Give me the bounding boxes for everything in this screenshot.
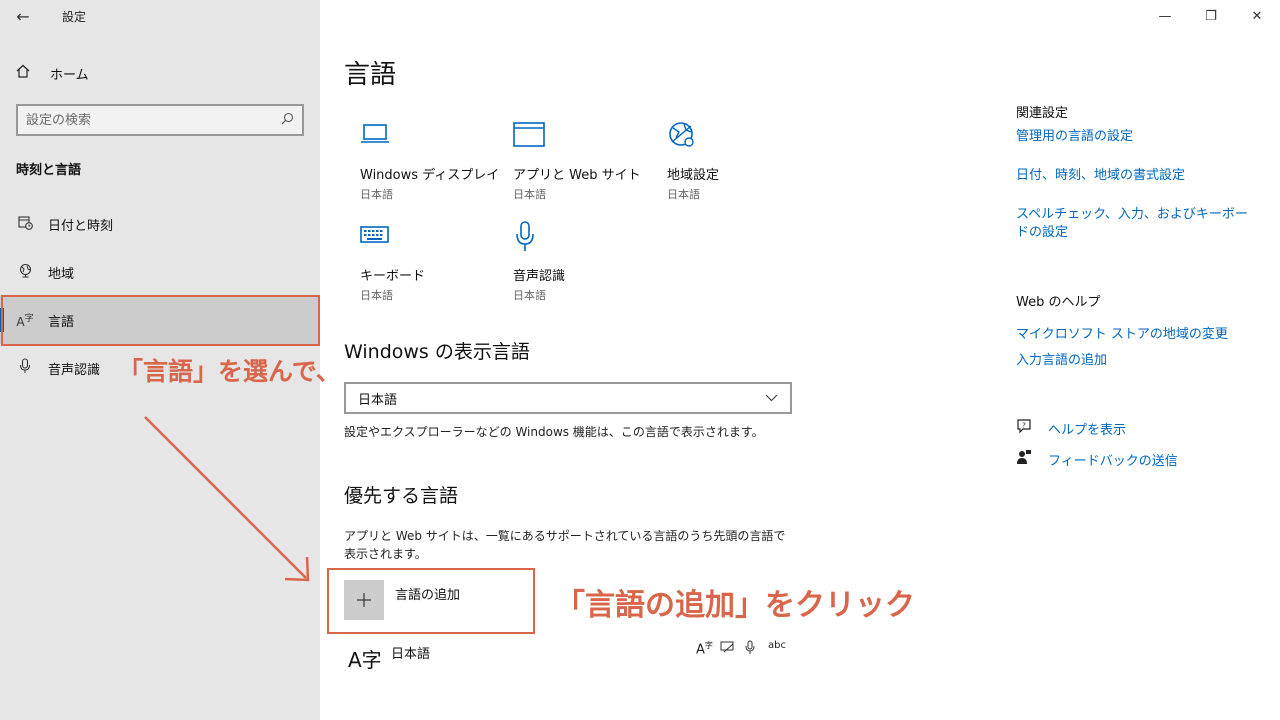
arrow-left-icon: ←: [16, 6, 30, 26]
tile-regional-settings[interactable]: 地域設定 日本語: [667, 120, 817, 202]
link-spelling-typing-keyboard[interactable]: スペルチェック、入力、およびキーボードの設定: [1016, 206, 1252, 242]
display-language-heading: Windows の表示言語: [344, 341, 530, 363]
tile-windows-display[interactable]: Windows ディスプレイ 日本語: [360, 120, 510, 202]
restore-button[interactable]: ❐: [1188, 0, 1234, 32]
back-button[interactable]: ←: [0, 0, 46, 32]
help-chat-icon: ?: [1016, 418, 1034, 438]
tile-keyboard[interactable]: キーボード 日本語: [360, 221, 510, 303]
close-button[interactable]: ✕: [1234, 0, 1280, 32]
sidebar-item-region[interactable]: 地域: [0, 248, 320, 296]
restore-icon: ❐: [1205, 8, 1217, 24]
link-admin-language-settings[interactable]: 管理用の言語の設定: [1016, 128, 1256, 146]
home-link[interactable]: ホーム: [0, 56, 320, 90]
show-help-label: ヘルプを表示: [1048, 422, 1127, 438]
tile-subtitle: 日本語: [513, 188, 546, 201]
tile-subtitle: 日本語: [667, 188, 700, 201]
select-language-note: 「言語」を選んで、: [118, 357, 341, 386]
calendar-clock-icon: [16, 215, 34, 234]
related-settings-heading: 関連設定: [1016, 106, 1069, 121]
svg-text:?: ?: [1022, 422, 1026, 430]
link-date-time-region-format[interactable]: 日付、時刻、地域の書式設定: [1016, 167, 1256, 185]
tile-title: Windows ディスプレイ: [360, 168, 500, 183]
display-language-select[interactable]: 日本語: [344, 382, 792, 414]
spellcheck-feature-icon: abc: [768, 640, 786, 651]
preferred-languages-description: アプリと Web サイトは、一覧にあるサポートされている言語のうち先頭の言語で表…: [344, 529, 786, 561]
microphone-icon: [16, 358, 34, 378]
chevron-down-icon: [765, 392, 778, 405]
tile-apps-websites[interactable]: アプリと Web サイト 日本語: [513, 120, 663, 202]
handwriting-feature-icon: [720, 640, 736, 658]
sidebar-item-label: 日付と時刻: [48, 218, 114, 234]
microphone-icon: [513, 221, 663, 253]
tile-title: 地域設定: [667, 168, 720, 183]
display-language-feature-icon: A字: [696, 641, 713, 658]
tile-title: 音声認識: [513, 269, 566, 284]
plus-icon: [344, 580, 384, 620]
sidebar-section-heading: 時刻と言語: [16, 163, 82, 178]
close-icon: ✕: [1251, 8, 1263, 24]
send-feedback-link[interactable]: フィードバックの送信: [1016, 449, 1178, 469]
show-help-link[interactable]: ? ヘルプを表示: [1016, 418, 1126, 438]
send-feedback-label: フィードバックの送信: [1048, 453, 1178, 469]
globe-icon: [16, 263, 34, 282]
page-title: 言語: [344, 60, 397, 90]
tile-speech[interactable]: 音声認識 日本語: [513, 221, 663, 303]
browser-window-icon: [513, 120, 663, 152]
globe-settings-icon: [667, 120, 817, 152]
minimize-button[interactable]: —: [1142, 0, 1188, 32]
preferred-languages-heading: 優先する言語: [344, 485, 459, 507]
language-name: 日本語: [391, 647, 431, 662]
link-change-store-region[interactable]: マイクロソフト ストアの地域の変更: [1016, 326, 1256, 344]
app-title: 設定: [62, 9, 87, 24]
search-input[interactable]: [26, 112, 281, 128]
language-list-item-japanese[interactable]: A字 日本語 A字 abc: [344, 640, 792, 680]
speech-feature-icon: [745, 640, 755, 659]
search-icon[interactable]: [281, 112, 294, 128]
minimize-icon: —: [1158, 8, 1172, 24]
display-language-description: 設定やエクスプローラーなどの Windows 機能は、この言語で表示されます。: [344, 425, 764, 439]
title-bar: ← 設定: [0, 0, 320, 32]
sidebar-item-date-time[interactable]: 日付と時刻: [0, 200, 320, 248]
keyboard-icon: [360, 221, 510, 253]
highlight-language-box: [1, 295, 320, 346]
sidebar-item-label: 音声認識: [48, 362, 101, 378]
laptop-icon: [360, 120, 510, 152]
click-add-language-note: 「言語の追加」をクリック: [555, 588, 915, 623]
home-icon: [16, 64, 34, 82]
home-label: ホーム: [50, 67, 89, 83]
tile-title: アプリと Web サイト: [513, 168, 641, 183]
tile-title: キーボード: [360, 269, 426, 284]
sidebar-item-label: 地域: [48, 266, 75, 282]
language-glyph-icon: A字: [348, 648, 382, 672]
search-box[interactable]: [16, 104, 304, 136]
display-language-value: 日本語: [358, 392, 398, 408]
add-language-label: 言語の追加: [395, 588, 461, 603]
web-help-heading: Web のヘルプ: [1016, 295, 1101, 310]
tile-subtitle: 日本語: [513, 289, 546, 302]
window-controls: — ❐ ✕: [1142, 0, 1280, 32]
link-add-input-language[interactable]: 入力言語の追加: [1016, 352, 1256, 370]
add-language-button[interactable]: 言語の追加: [344, 580, 460, 622]
tile-subtitle: 日本語: [360, 289, 393, 302]
tile-subtitle: 日本語: [360, 188, 393, 201]
feedback-icon: [1016, 449, 1034, 469]
